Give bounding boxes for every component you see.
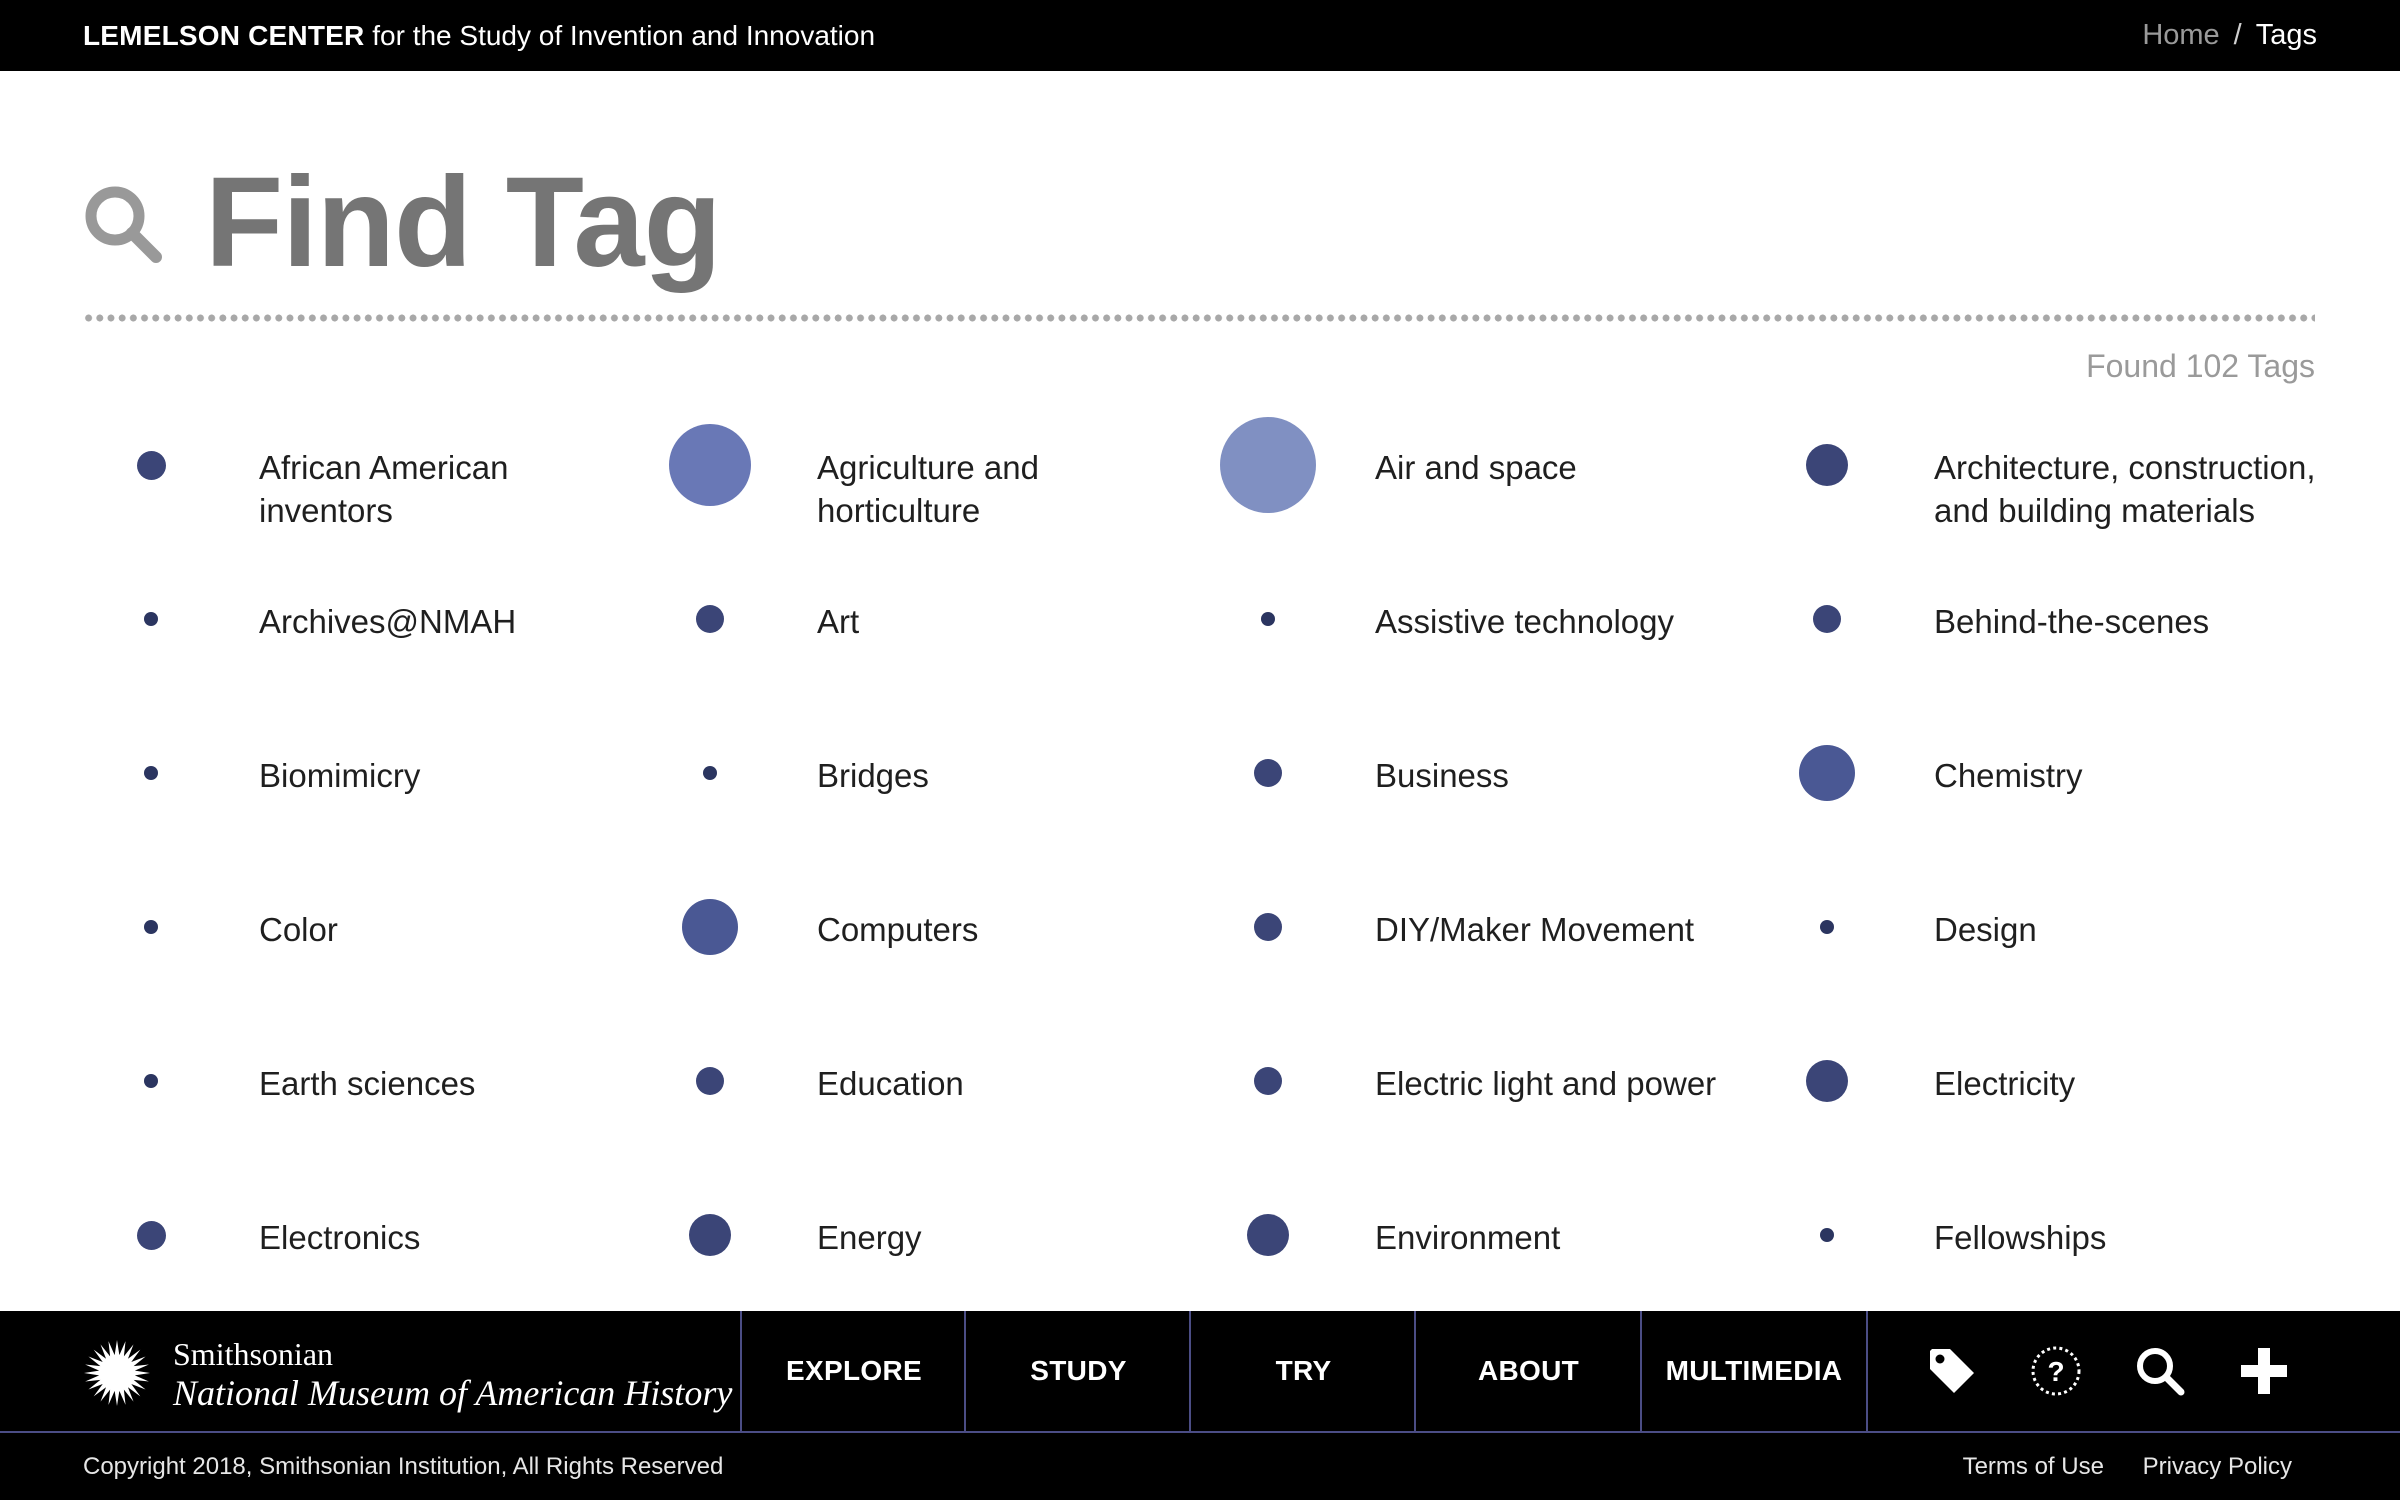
nav-explore[interactable]: EXPLORE — [740, 1311, 966, 1431]
tag-label[interactable]: Archives@NMAH — [259, 600, 516, 643]
tag-label[interactable]: Assistive technology — [1375, 600, 1674, 643]
tag-label[interactable]: Energy — [817, 1216, 922, 1259]
plus-icon[interactable] — [2238, 1345, 2290, 1397]
footer: Copyright 2018, Smithsonian Institution,… — [0, 1433, 2400, 1500]
tag-size-dot[interactable] — [696, 1067, 724, 1095]
tag-label[interactable]: African American inventors — [259, 446, 508, 532]
tag-size-dot[interactable] — [1806, 444, 1848, 486]
tag-label[interactable]: Electric light and power — [1375, 1062, 1716, 1105]
tag-size-dot[interactable] — [696, 605, 724, 633]
tag-size-dot[interactable] — [682, 899, 738, 955]
tag-size-dot[interactable] — [144, 766, 158, 780]
terms-of-use-link[interactable]: Terms of Use — [1963, 1453, 2104, 1480]
footer-links: Terms of Use Privacy Policy — [1931, 1433, 2292, 1500]
tag-label[interactable]: Environment — [1375, 1216, 1560, 1259]
tag-size-dot[interactable] — [1254, 913, 1282, 941]
tag-size-dot[interactable] — [1820, 1228, 1834, 1242]
nav-about[interactable]: ABOUT — [1414, 1311, 1641, 1431]
tag-label[interactable]: Bridges — [817, 754, 929, 797]
tag-label[interactable]: Electronics — [259, 1216, 420, 1259]
tag-label[interactable]: Agriculture and horticulture — [817, 446, 1039, 532]
smithsonian-sun-icon — [84, 1340, 150, 1406]
tag-size-dot[interactable] — [1220, 417, 1316, 513]
tag-size-dot[interactable] — [1261, 612, 1275, 626]
tag-label[interactable]: Education — [817, 1062, 964, 1105]
logo-line-2: National Museum of American History — [173, 1373, 733, 1413]
tag-size-dot[interactable] — [1254, 759, 1282, 787]
tag-size-dot[interactable] — [703, 766, 717, 780]
logo-line-1: Smithsonian — [173, 1336, 334, 1372]
nav-try[interactable]: TRY — [1189, 1311, 1416, 1431]
svg-text:?: ? — [2047, 1356, 2064, 1387]
tag-size-dot[interactable] — [144, 612, 158, 626]
tag-size-dot[interactable] — [1799, 745, 1855, 801]
tag-label[interactable]: Biomimicry — [259, 754, 420, 797]
tag-label[interactable]: Chemistry — [1934, 754, 2083, 797]
tag-label[interactable]: Fellowships — [1934, 1216, 2106, 1259]
tag-label[interactable]: Art — [817, 600, 859, 643]
tag-label[interactable]: Earth sciences — [259, 1062, 475, 1105]
search-icon[interactable] — [2134, 1345, 2186, 1397]
tag-label[interactable]: Behind-the-scenes — [1934, 600, 2209, 643]
tag-size-dot[interactable] — [136, 450, 166, 480]
tag-size-dot[interactable] — [669, 424, 751, 506]
tag-size-dot[interactable] — [1820, 920, 1834, 934]
privacy-policy-link[interactable]: Privacy Policy — [2143, 1453, 2292, 1480]
tag-size-dot[interactable] — [1813, 605, 1841, 633]
tag-size-dot[interactable] — [1247, 1214, 1289, 1256]
nav-study[interactable]: STUDY — [964, 1311, 1191, 1431]
tag-label[interactable]: Color — [259, 908, 338, 951]
tag-size-dot[interactable] — [144, 1074, 158, 1088]
help-icon[interactable]: ? — [2030, 1345, 2082, 1397]
tag-label[interactable]: Design — [1934, 908, 2037, 951]
tag-icon[interactable] — [1926, 1345, 1978, 1397]
tag-size-dot[interactable] — [689, 1214, 731, 1256]
tag-label[interactable]: Electricity — [1934, 1062, 2075, 1105]
tag-grid: African American inventors Agriculture an… — [0, 0, 2400, 1310]
tag-size-dot[interactable] — [136, 1220, 166, 1250]
bottom-nav: Smithsonian National Museum of American … — [0, 1311, 2400, 1433]
copyright-text: Copyright 2018, Smithsonian Institution,… — [83, 1453, 724, 1480]
tag-size-dot[interactable] — [144, 920, 158, 934]
tag-size-dot[interactable] — [1254, 1067, 1282, 1095]
tag-size-dot[interactable] — [1806, 1060, 1848, 1102]
tag-label[interactable]: Business — [1375, 754, 1509, 797]
tag-label[interactable]: Air and space — [1375, 446, 1577, 489]
nav-multimedia[interactable]: MULTIMEDIA — [1640, 1311, 1868, 1431]
tag-label[interactable]: DIY/Maker Movement — [1375, 908, 1694, 951]
tag-label[interactable]: Architecture, construction, and building… — [1934, 446, 2316, 532]
tag-label[interactable]: Computers — [817, 908, 978, 951]
